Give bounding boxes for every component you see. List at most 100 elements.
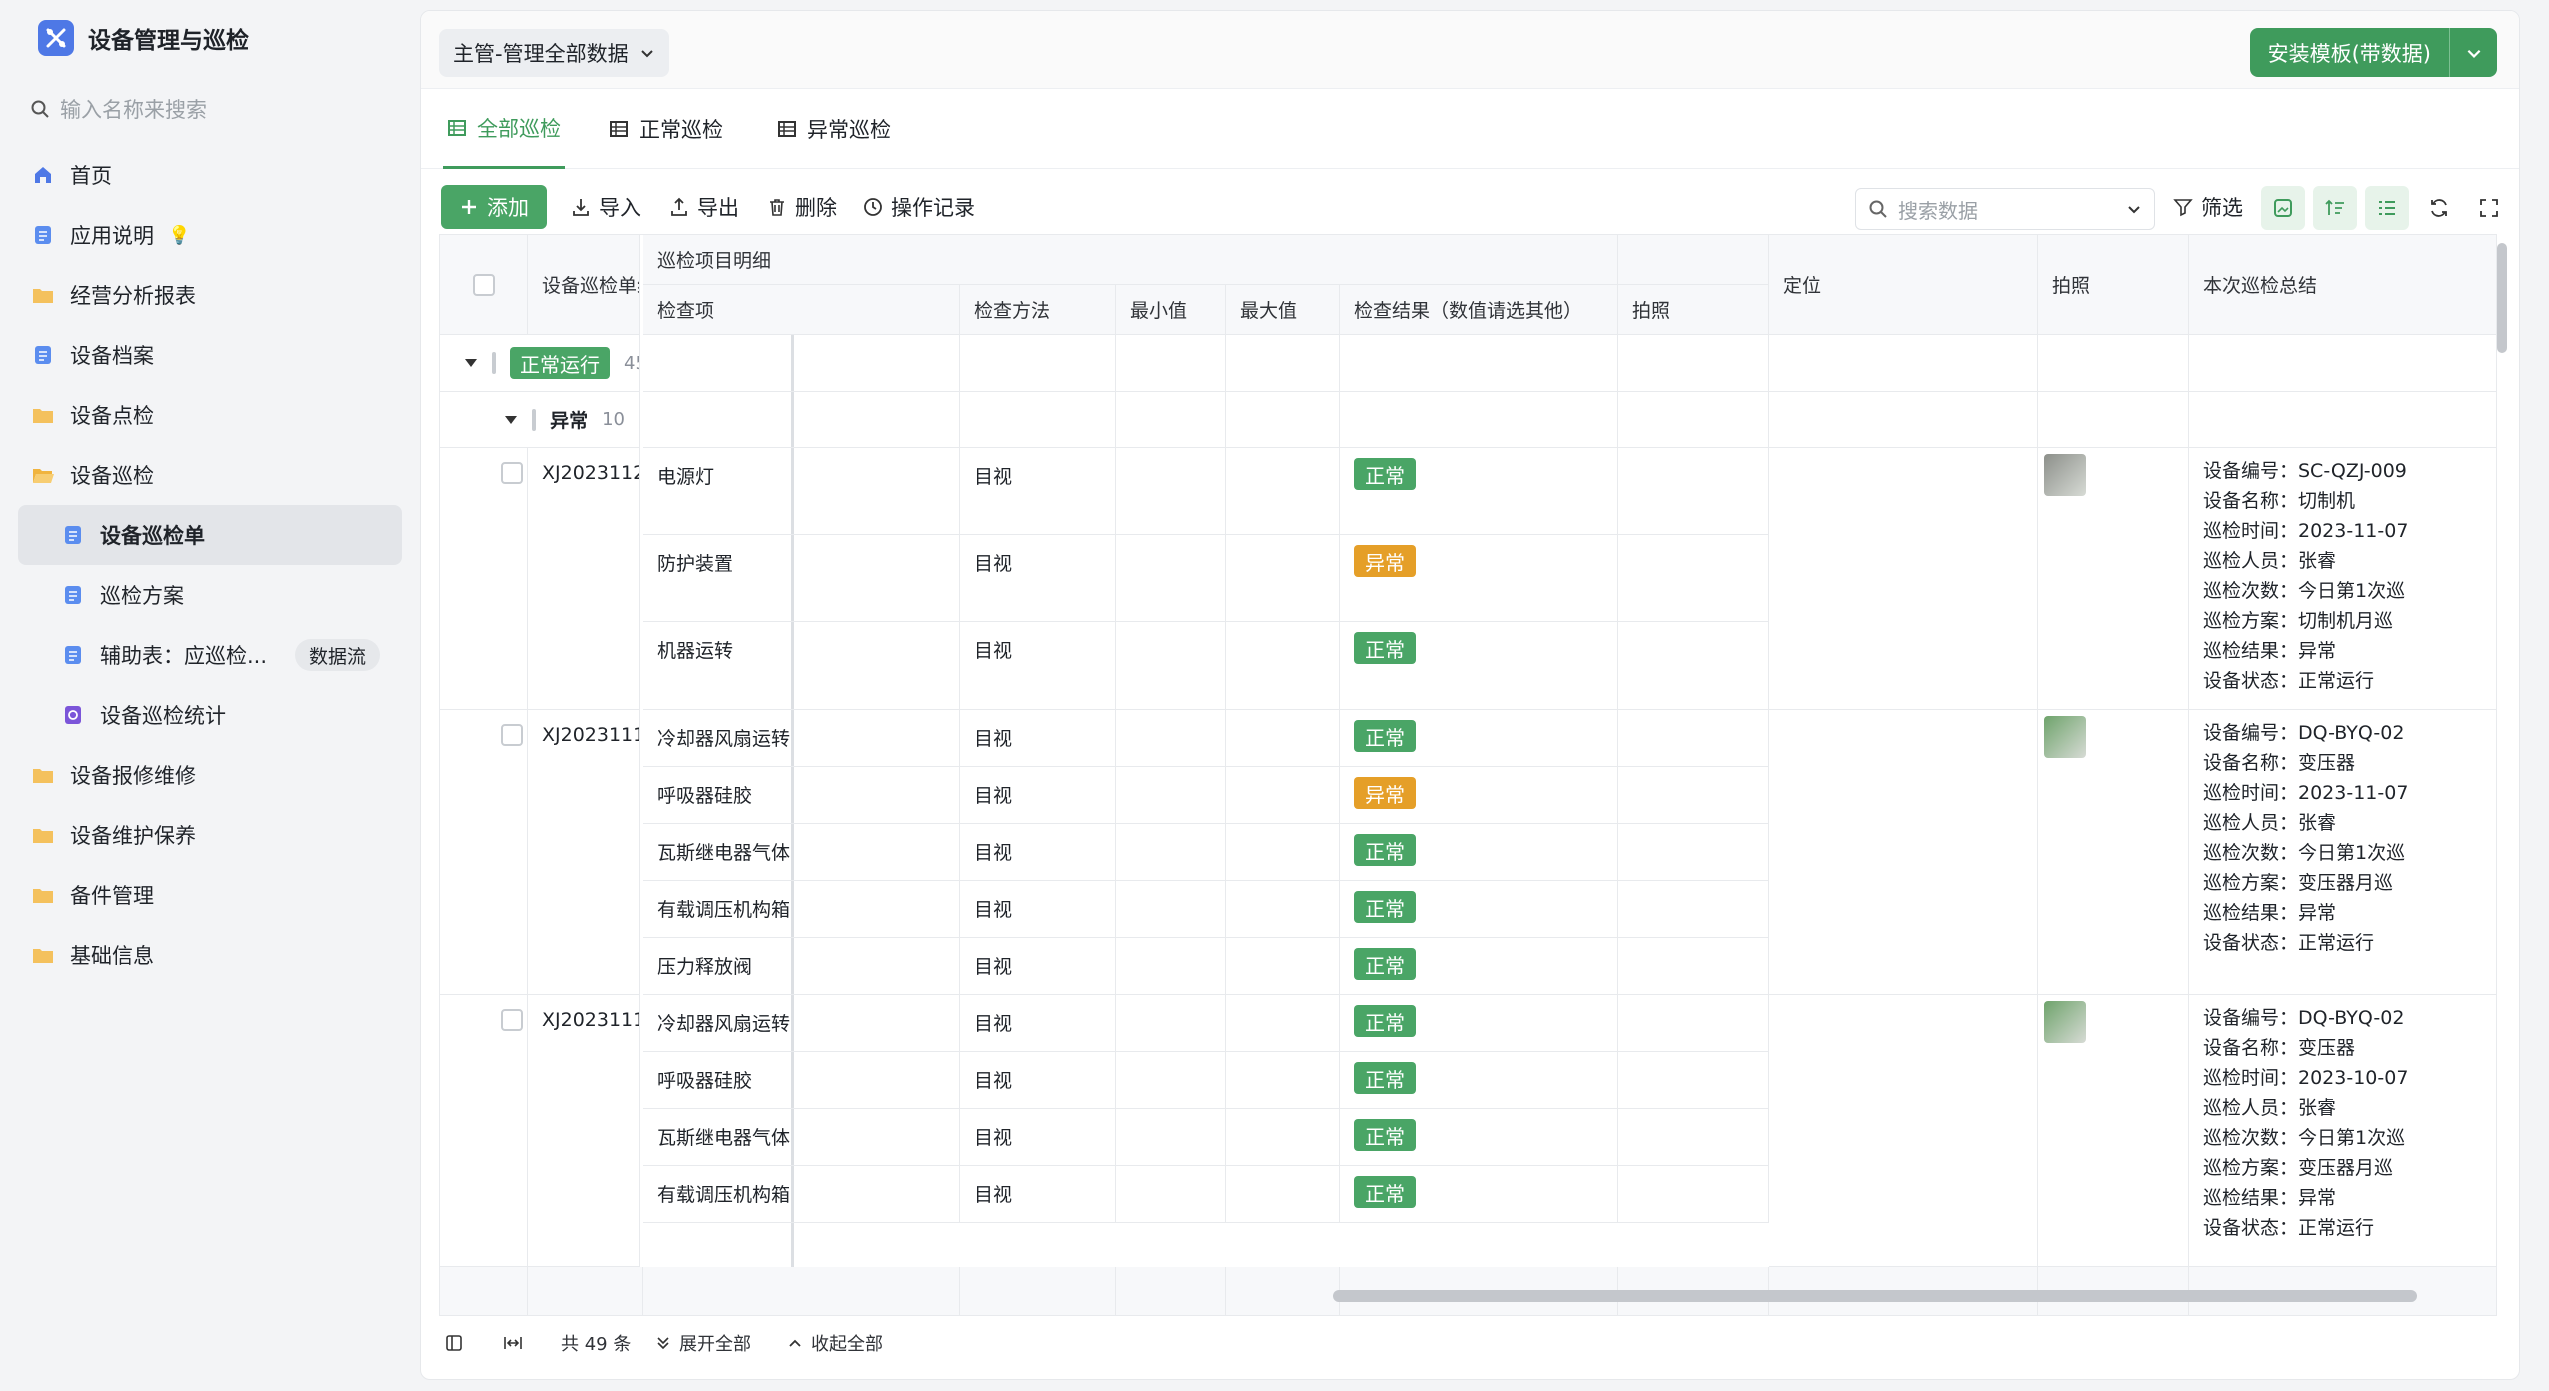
- summary-line: 巡检次数：今日第1次巡: [2203, 580, 2406, 602]
- sidebar-item-5[interactable]: 设备巡检: [18, 445, 402, 505]
- sort-button[interactable]: [2313, 186, 2357, 230]
- check-result-badge: 正常: [1354, 891, 1416, 923]
- equipment-photo-thumbnail[interactable]: [2044, 1001, 2086, 1043]
- select-all-checkbox[interactable]: [472, 273, 495, 296]
- group-button[interactable]: [2365, 186, 2409, 230]
- summary-line: 巡检人员：张睿: [2203, 1097, 2337, 1119]
- caret-down-icon[interactable]: [464, 358, 478, 368]
- sidebar-item-13[interactable]: 基础信息: [18, 925, 402, 985]
- sidebar-item-12[interactable]: 备件管理: [18, 865, 402, 925]
- import-icon: [571, 197, 591, 217]
- header-max: 最大值: [1226, 285, 1340, 335]
- empty-row-cell: [528, 1267, 643, 1315]
- export-label: 导出: [697, 196, 739, 220]
- row-checkbox[interactable]: [501, 724, 523, 746]
- tab-all-inspections[interactable]: 全部巡检: [443, 89, 565, 169]
- location-cell: [1769, 710, 2038, 995]
- sidebar-item-label: 辅助表：应巡检...: [100, 644, 268, 668]
- add-button[interactable]: 添加: [441, 185, 547, 229]
- item-photo: [1618, 1052, 1769, 1109]
- install-template-button[interactable]: 安装模板(带数据): [2249, 28, 2449, 77]
- header-summary: 本次巡检总结: [2189, 235, 2496, 335]
- group-empty-cell: [1226, 335, 1340, 392]
- check-result-badge: 正常: [1354, 632, 1416, 664]
- filter-icon: [2173, 197, 2193, 217]
- summary-line: 巡检人员：张睿: [2203, 550, 2337, 572]
- expand-all-button[interactable]: 展开全部: [655, 1329, 751, 1357]
- sidebar-item-4[interactable]: 设备点检: [18, 385, 402, 445]
- sidebar-item-1[interactable]: 应用说明 💡: [18, 205, 402, 265]
- gallery-view-button[interactable]: [2261, 186, 2305, 230]
- row-checkbox[interactable]: [532, 408, 537, 431]
- sidebar-item-6[interactable]: 设备巡检单: [18, 505, 402, 565]
- group-abnormal-label: 异常: [550, 410, 589, 432]
- sidebar-item-label: 设备巡检: [70, 464, 154, 488]
- sidebar-item-label: 备件管理: [70, 884, 154, 908]
- sidebar-item-9[interactable]: 设备巡检统计: [18, 685, 402, 745]
- check-item: 有载调压机构箱: [643, 881, 960, 938]
- table-search-input[interactable]: 搜索数据: [1855, 188, 2155, 230]
- import-button[interactable]: 导入: [571, 185, 641, 229]
- row-checkbox[interactable]: [501, 462, 523, 484]
- filter-button[interactable]: 筛选: [2173, 185, 2243, 229]
- group-empty-cell: [1116, 392, 1226, 448]
- export-button[interactable]: 导出: [669, 185, 739, 229]
- app-brand[interactable]: 设备管理与巡检: [38, 18, 249, 58]
- sidebar-item-3[interactable]: 设备档案: [18, 325, 402, 385]
- check-result-cell: 异常: [1340, 535, 1618, 622]
- row-checkbox[interactable]: [501, 1009, 523, 1031]
- record-code[interactable]: XJ20231110005: [528, 710, 640, 995]
- group-empty-cell: [2189, 335, 2496, 392]
- summary-line: 巡检方案：变压器月巡: [2203, 1157, 2394, 1179]
- equipment-photo-thumbnail[interactable]: [2044, 716, 2086, 758]
- sidebar-item-2[interactable]: 经营分析报表: [18, 265, 402, 325]
- operation-log-button[interactable]: 操作记录: [863, 185, 975, 229]
- sidebar-nav: 首页 应用说明 💡 经营分析报表 设备档案 设备点检 设备巡检 设备巡检单 巡检方案 辅助表：应巡…: [18, 145, 402, 985]
- footer-panel-button[interactable]: [445, 1329, 463, 1357]
- delete-button[interactable]: 删除: [767, 185, 837, 229]
- vertical-scrollbar[interactable]: [2497, 243, 2507, 353]
- caret-down-icon[interactable]: [504, 415, 518, 425]
- sidebar-search-input[interactable]: 输入名称来搜索: [30, 90, 390, 128]
- horizontal-scrollbar[interactable]: [1333, 1290, 2417, 1302]
- install-template-button-group: 安装模板(带数据): [2249, 28, 2497, 77]
- record-select-cell: [440, 710, 528, 995]
- sidebar-item-label: 设备巡检统计: [100, 704, 226, 728]
- sidebar-item-7[interactable]: 巡检方案: [18, 565, 402, 625]
- group-empty-cell: [2189, 392, 2496, 448]
- view-select-dropdown[interactable]: 主管-管理全部数据: [439, 29, 669, 77]
- equipment-photo-thumbnail[interactable]: [2044, 454, 2086, 496]
- plus-icon: [459, 197, 479, 217]
- export-icon: [669, 197, 689, 217]
- min-value: [1116, 767, 1226, 824]
- tab-abnormal-inspections[interactable]: 异常巡检: [777, 89, 891, 169]
- summary-line: 设备编号：SC-QZJ-009: [2203, 460, 2407, 482]
- header-min: 最小值: [1116, 285, 1226, 335]
- folder-icon: [30, 762, 56, 788]
- sidebar-item-11[interactable]: 设备维护保养: [18, 805, 402, 865]
- group-abnormal-count: 10: [602, 409, 625, 430]
- check-item: 压力释放阀: [643, 938, 960, 995]
- record-code[interactable]: XJ20231110002: [528, 995, 640, 1267]
- sidebar-toggle-icon: [445, 1334, 463, 1352]
- refresh-button[interactable]: [2417, 186, 2461, 230]
- min-value: [1116, 995, 1226, 1052]
- summary-line: 设备名称：变压器: [2203, 1037, 2356, 1059]
- header-select-all-cell: [440, 235, 528, 335]
- sidebar-item-0[interactable]: 首页: [18, 145, 402, 205]
- view-select-label: 主管-管理全部数据: [453, 42, 629, 66]
- record-code[interactable]: XJ20231120037: [528, 448, 640, 710]
- fullscreen-button[interactable]: [2467, 186, 2511, 230]
- folder-icon: [30, 822, 56, 848]
- install-dropdown-button[interactable]: [2449, 28, 2497, 77]
- row-checkbox[interactable]: [492, 352, 496, 374]
- summary-line: 巡检方案：切制机月巡: [2203, 610, 2394, 632]
- tab-normal-inspections[interactable]: 正常巡检: [609, 89, 723, 169]
- doc-icon: [30, 222, 56, 248]
- tab-label: 正常巡检: [639, 118, 723, 142]
- sidebar-item-10[interactable]: 设备报修维修: [18, 745, 402, 805]
- sidebar-item-8[interactable]: 辅助表：应巡检... 数据流: [18, 625, 402, 685]
- footer-fit-width-button[interactable]: [503, 1329, 523, 1357]
- check-result-cell: 正常: [1340, 710, 1618, 767]
- collapse-all-button[interactable]: 收起全部: [787, 1329, 883, 1357]
